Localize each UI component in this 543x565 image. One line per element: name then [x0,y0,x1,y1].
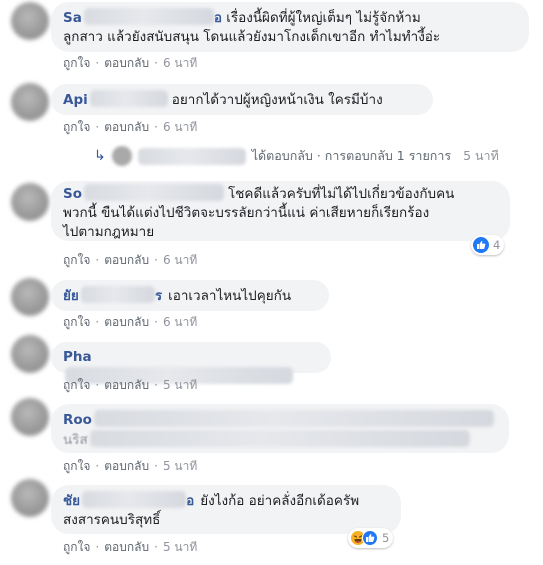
comment-actions: ถูกใจ · ตอบกลับ · 5 นาที [63,378,198,392]
reply-link[interactable]: ตอบกลับ [104,378,149,392]
timestamp[interactable]: 6 นาที [163,253,197,267]
commenter-name[interactable]: Api [63,92,88,108]
redacted-name [83,8,214,25]
avatar[interactable] [11,183,49,221]
reaction-count: 5 [382,531,390,545]
reply-link[interactable]: ตอบกลับ [104,120,149,134]
comment-bubble: So โชคดีแล้วครับที่ไม่ได้ไปเกี่ยวข้องกับค… [51,181,510,241]
comment-bubble: Api อยากได้วาปผู้หญิงหน้าเงิน ใครมีบ้าง [51,84,433,115]
comment-bubble: Roo นริส [51,404,509,453]
timestamp[interactable]: 6 นาที [163,120,197,134]
reply-link[interactable]: ตอบกลับ [104,459,149,473]
comment-text: โชคดีแล้วครับที่ไม่ได้ไปเกี่ยวข้องกับคน [228,186,455,202]
comment-actions: ถูกใจ · ตอบกลับ · 5 นาที [63,540,198,554]
redacted-name [89,90,168,107]
commenter-name[interactable]: ยัย [63,288,79,304]
commenter-name[interactable]: Pha [63,349,92,365]
commenter-name-end: อ [186,493,195,509]
comment-bubble: ยัย ร เอาเวลาไหนไปคุยกัน [51,280,329,311]
comment-text: นริส [63,432,88,448]
like-link[interactable]: ถูกใจ [63,56,90,70]
commenter-name[interactable]: So [63,186,82,202]
like-icon [473,237,489,253]
commenter-name[interactable]: ชัย [63,493,80,509]
timestamp[interactable]: 6 นาที [163,56,197,70]
avatar[interactable] [11,398,49,436]
reply-summary[interactable]: ↳ ได้ตอบกลับ · การตอบกลับ 1 รายการ 5 นาท… [94,146,499,166]
comment-text: เรื่องนี้ผิดที่ผู้ใหญ่เต็มๆ ไม่รู้จักห้า… [226,10,421,26]
reply-arrow-icon: ↳ [94,148,106,164]
comment-text: อยากได้วาปผู้หญิงหน้าเงิน ใครมีบ้าง [171,92,383,108]
comment-text: ไปตามกฎหมาย [63,224,155,240]
redacted-content [93,410,494,427]
redacted-name [84,184,224,201]
comment-actions: ถูกใจ · ตอบกลับ · 6 นาที [63,253,198,267]
reaction-badge[interactable]: 5 [348,528,394,548]
timestamp[interactable]: 5 นาที [163,540,197,554]
comment-actions: ถูกใจ · ตอบกลับ · 6 นาที [63,56,198,70]
comment-text: สงสารคนบริสุทธิ์ [63,512,161,528]
comment-bubble: ชัย อ ยังไงก้อ อย่าคลั่งอีกเด้อครัพ สงสารค… [51,485,401,534]
reply-link[interactable]: ตอบกลับ [104,253,149,267]
redacted-name [137,147,246,165]
avatar[interactable] [11,335,49,373]
reply-link[interactable]: ตอบกลับ [104,315,149,329]
like-link[interactable]: ถูกใจ [63,120,90,134]
redacted-name [82,491,187,508]
comment-text: ยังไงก้อ อย่าคลั่งอีกเด้อครัพ [200,493,360,509]
comment-text: เอาเวลาไหนไปคุยกัน [168,288,292,304]
comment-actions: ถูกใจ · ตอบกลับ · 6 นาที [63,315,198,329]
like-link[interactable]: ถูกใจ [63,253,90,267]
comment-text: พวกนี้ ขืนได้แต่งไปชีวิตจะบรรลัยกว่านี้แ… [63,205,430,221]
reply-summary-text: ได้ตอบกลับ · การตอบกลับ 1 รายการ [251,148,452,163]
like-link[interactable]: ถูกใจ [63,459,90,473]
reaction-count: 4 [493,238,501,252]
like-link[interactable]: ถูกใจ [63,315,90,329]
commenter-name-end: อ [213,10,222,26]
avatar[interactable] [11,83,49,121]
comment-bubble: Sa อ เรื่องนี้ผิดที่ผู้ใหญ่เต็มๆ ไม่รู้จั… [51,2,529,52]
comment-actions: ถูกใจ · ตอบกลับ · 5 นาที [63,459,198,473]
avatar[interactable] [11,278,49,316]
like-link[interactable]: ถูกใจ [63,540,90,554]
comment-bubble: Pha [51,342,331,384]
reply-link[interactable]: ตอบกลับ [104,540,149,554]
avatar[interactable] [11,2,49,40]
commenter-name[interactable]: Roo [63,412,92,428]
redacted-content [89,430,470,447]
reaction-badge[interactable]: 4 [471,235,505,255]
timestamp[interactable]: 5 นาที [163,378,197,392]
reply-avatar [111,146,132,166]
comment-actions: ถูกใจ · ตอบกลับ · 6 นาที [63,120,198,134]
timestamp[interactable]: 6 นาที [163,315,197,329]
comment-text: ลูกสาว แล้วยังสนับสนุน โดนแล้วยังมาโกงเด… [63,29,441,45]
reply-link[interactable]: ตอบกลับ [104,56,149,70]
timestamp: 5 นาที [463,148,499,163]
like-link[interactable]: ถูกใจ [63,378,90,392]
redacted-name [80,286,155,303]
like-icon [362,530,378,546]
commenter-name-end: ร [154,288,163,304]
avatar[interactable] [11,479,49,517]
timestamp[interactable]: 5 นาที [163,459,197,473]
commenter-name[interactable]: Sa [63,10,82,26]
